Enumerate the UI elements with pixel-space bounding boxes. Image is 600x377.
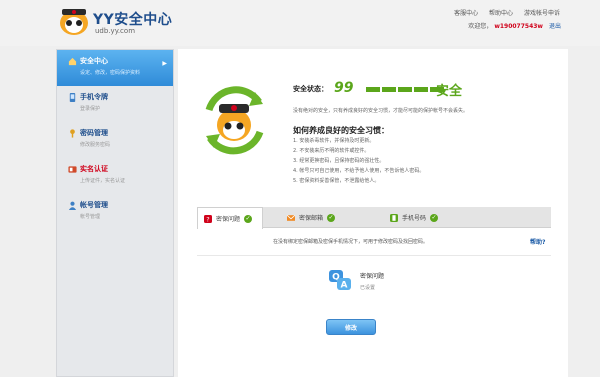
sidebar-item-label: 实名认证 [80, 165, 108, 173]
svg-text:A: A [341, 281, 348, 291]
qa-icon: Q A [329, 270, 351, 291]
question-icon: ? [204, 214, 212, 223]
sidebar-item-security-center[interactable]: 安全中心 设定、修改，密码保护资料 ▶ [57, 50, 173, 86]
tab-phone-number[interactable]: 手机号码 ✓ [390, 207, 439, 228]
logo-domain: udb.yy.com [95, 27, 136, 35]
home-icon [68, 57, 77, 66]
username: w190077543w [494, 23, 543, 30]
tips-list: 1. 安装杀毒软件，并保持及时更新。 2. 不安装来历不明的软件或控件。 3. … [293, 136, 424, 186]
svg-text:?: ? [206, 215, 209, 223]
habits-title: 如何养成良好的安全习惯： [293, 126, 389, 135]
tip-item: 1. 安装杀毒软件，并保持及时更新。 [293, 138, 375, 144]
security-level-bar [366, 87, 444, 92]
tip-item: 5. 密保资料妥善保管，不泄露给他人。 [293, 178, 380, 184]
sidebar-item-sub: 设定、修改，密码保护资料 [80, 70, 141, 76]
sidebar-item-realname[interactable]: 实名认证 上传证件，实名认证 [57, 158, 173, 194]
logo-title: YY安全中心 [93, 12, 173, 28]
sidebar-item-phone-token[interactable]: 手机令牌 登录保护 [57, 86, 173, 122]
qa-title: 密保问题 [360, 273, 385, 280]
mascot-logo-icon [60, 9, 88, 35]
sidebar-item-password[interactable]: 密码管理 修改服务密码 [57, 122, 173, 158]
security-level-segment [366, 87, 380, 92]
user-icon [68, 201, 77, 210]
tab-description: 在没有绑定密保邮箱及密保手机情况下，可用于修改密码及找回密码。 [273, 239, 429, 245]
check-icon: ✓ [327, 213, 336, 222]
modify-button[interactable]: 修改 [326, 319, 376, 335]
security-level-segment [414, 87, 428, 92]
sidebar-item-label: 密码管理 [80, 129, 108, 137]
security-status-text: 安全 [436, 84, 463, 99]
tip-item: 2. 不安装来历不明的软件或控件。 [293, 148, 370, 154]
sidebar-item-sub: 帐号管理 [80, 214, 101, 220]
divider [197, 255, 551, 256]
logout-link[interactable]: 退出 [549, 23, 561, 30]
security-description: 没有绝对的安全，只有养成良好的安全习惯，才能尽可能的保护帐号不会丢失。 [293, 108, 469, 114]
sidebar-item-sub: 登录保护 [80, 106, 101, 112]
mascot-refresh-icon [205, 86, 264, 155]
check-icon: ✓ [430, 213, 439, 222]
sidebar-item-label: 手机令牌 [80, 93, 108, 101]
customer-service-link[interactable]: 客服中心 [454, 10, 478, 17]
check-icon: ✓ [244, 214, 253, 223]
tab-label: 密保邮箱 [299, 215, 324, 222]
security-level-segment [382, 87, 396, 92]
tip-item: 4. 帐号只可自己使用，不给予他人使用，不告诉他人密码。 [293, 168, 425, 174]
tab-label: 密保问题 [216, 216, 241, 223]
sidebar-item-label: 安全中心 [80, 57, 108, 65]
sidebar: 安全中心 设定、修改，密码保护资料 ▶ 手机令牌 登录保护 密码管理 修改服务密… [56, 49, 174, 377]
id-card-icon [68, 166, 77, 173]
tab-security-email[interactable]: 密保邮箱 ✓ [287, 207, 336, 228]
account-appeal-link[interactable]: 游戏帐号申诉 [524, 10, 560, 17]
help-center-link[interactable]: 帮助中心 [489, 10, 513, 17]
header: YY安全中心 udb.yy.com 客服中心 帮助中心 游戏帐号申诉 欢迎您， w… [0, 0, 600, 46]
sidebar-item-label: 帐号管理 [80, 201, 108, 209]
tab-bar: ? 密保问题 ✓ 密保邮箱 ✓ 手机号码 ✓ [197, 207, 551, 229]
top-links: 客服中心 帮助中心 游戏帐号申诉 [445, 8, 560, 17]
tab-label: 手机号码 [402, 215, 427, 222]
mobile-icon [390, 213, 398, 222]
tab-security-question[interactable]: ? 密保问题 ✓ [197, 207, 264, 229]
sidebar-item-sub: 上传证件，实名认证 [80, 178, 126, 184]
help-link[interactable]: 帮助? [530, 237, 545, 246]
key-icon [70, 129, 75, 138]
phone-icon [69, 93, 76, 102]
sidebar-item-account[interactable]: 帐号管理 帐号管理 [57, 194, 173, 230]
chevron-right-icon: ▶ [162, 60, 167, 67]
sidebar-item-sub: 修改服务密码 [80, 142, 111, 148]
security-score: 99 [334, 80, 354, 96]
security-level-segment [398, 87, 412, 92]
tip-item: 3. 经常更换密码，且保持密码的强壮性。 [293, 158, 385, 164]
security-status-label: 安全状态： [293, 85, 328, 93]
qa-status: 已设置 [360, 285, 376, 291]
mail-icon [287, 214, 295, 221]
welcome-bar: 欢迎您， w190077543w 退出 [468, 21, 561, 30]
welcome-text: 欢迎您， [468, 23, 493, 30]
